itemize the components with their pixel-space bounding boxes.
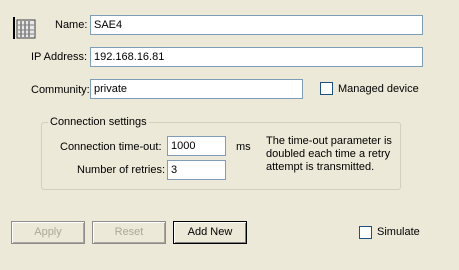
timeout-unit-label: ms (236, 141, 251, 153)
timeout-label: Connection time-out: (60, 141, 162, 153)
name-field[interactable]: SAE4 (90, 15, 423, 35)
timeout-note-line3: attempt is transmitted. (266, 161, 375, 173)
connection-settings-title: Connection settings (48, 116, 149, 128)
simulate-checkbox[interactable] (359, 226, 372, 239)
community-label: Community: (31, 84, 90, 96)
ip-address-label: IP Address: (31, 51, 88, 63)
timeout-note-line1: The time-out parameter is (266, 135, 392, 147)
ip-address-field[interactable]: 192.168.16.81 (90, 47, 423, 67)
retries-field[interactable]: 3 (167, 160, 226, 180)
device-icon (12, 14, 38, 40)
add-new-button[interactable]: Add New (173, 221, 247, 244)
apply-button[interactable]: Apply (11, 221, 85, 244)
simulate-label: Simulate (377, 226, 420, 238)
timeout-field[interactable]: 1000 (167, 136, 226, 156)
timeout-note-line2: doubled each time a retry (266, 148, 391, 160)
community-field[interactable]: private (90, 79, 303, 99)
reset-button[interactable]: Reset (92, 221, 166, 244)
managed-device-label: Managed device (338, 83, 419, 95)
retries-label: Number of retries: (77, 164, 166, 176)
managed-device-checkbox[interactable] (320, 82, 333, 95)
name-label: Name: (55, 19, 88, 31)
